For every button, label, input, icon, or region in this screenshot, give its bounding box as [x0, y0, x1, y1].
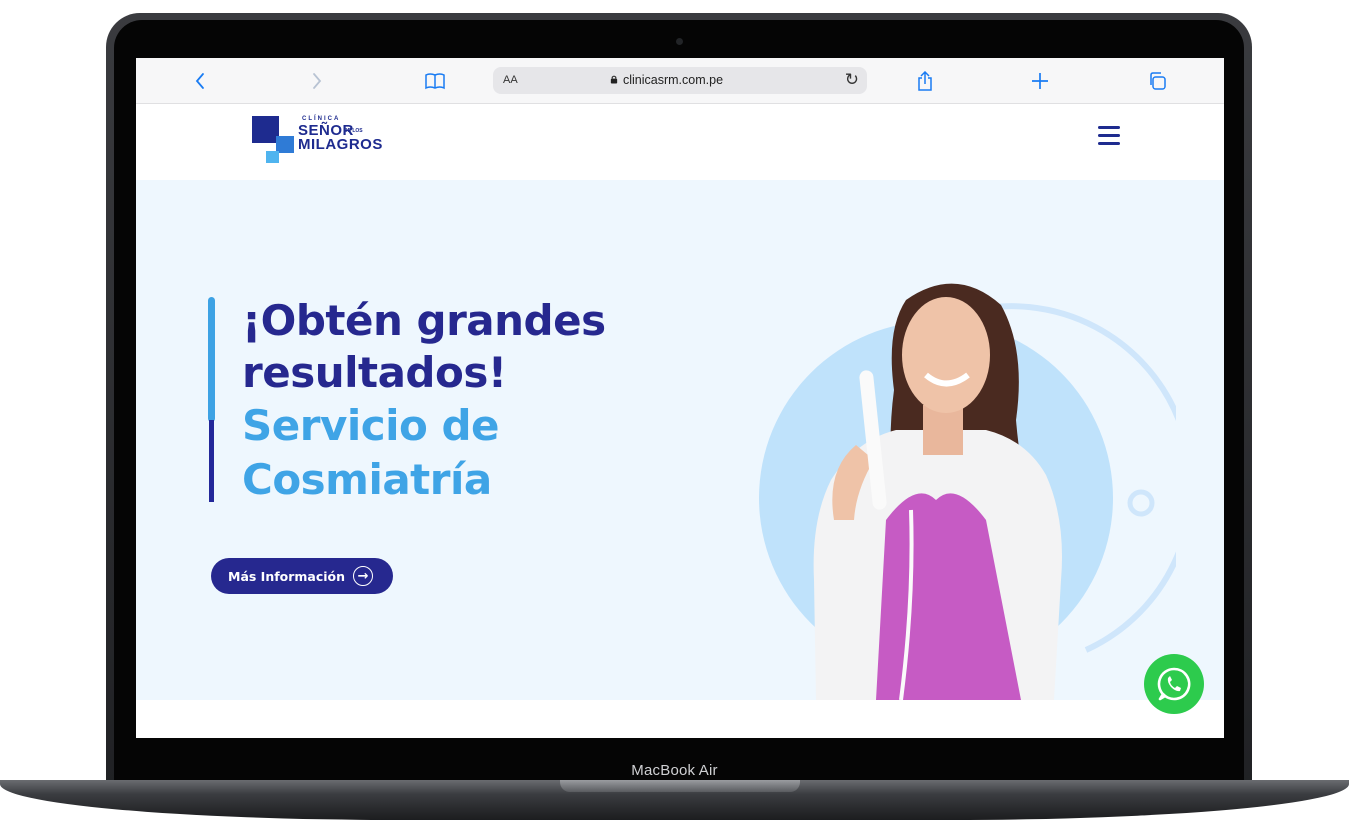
- more-info-button[interactable]: Más Información →: [211, 558, 393, 594]
- whatsapp-icon: [1157, 667, 1191, 701]
- reload-icon[interactable]: ↻: [845, 70, 859, 90]
- more-info-label: Más Información: [228, 568, 346, 584]
- back-icon[interactable]: [194, 70, 206, 92]
- hero-accent-bar: [208, 297, 215, 422]
- arrow-right-circle-icon: →: [353, 566, 374, 586]
- browser-toolbar: AA clinicasrm.com.pe ↻: [136, 58, 1224, 104]
- hamburger-icon[interactable]: [1098, 126, 1120, 145]
- browser-screen: AA clinicasrm.com.pe ↻ CLÍNICA SEÑOR DE …: [136, 58, 1224, 738]
- logo-line-delos: DE LOS: [344, 128, 363, 134]
- reader-aa-button[interactable]: AA: [503, 74, 518, 86]
- tabs-icon[interactable]: [1147, 70, 1167, 92]
- camera-dot: [676, 38, 683, 45]
- hero-title: ¡Obtén grandes resultados!: [242, 296, 606, 397]
- logo-line-milagros: MILAGROS: [298, 136, 383, 153]
- clinic-logo[interactable]: CLÍNICA SEÑOR DE LOS MILAGROS: [252, 116, 412, 166]
- share-icon[interactable]: [917, 70, 933, 92]
- site-header: CLÍNICA SEÑOR DE LOS MILAGROS: [136, 104, 1224, 180]
- bookmarks-icon[interactable]: [424, 70, 446, 92]
- url-bar[interactable]: AA clinicasrm.com.pe ↻: [493, 67, 867, 94]
- forward-icon[interactable]: [311, 70, 323, 92]
- url-text: clinicasrm.com.pe: [623, 73, 724, 87]
- hero-accent-bar-dark: [209, 420, 214, 502]
- lock-icon: [610, 75, 618, 84]
- new-tab-icon[interactable]: [1031, 70, 1049, 92]
- logo-mark-icon: [252, 116, 294, 163]
- hero-woman-image: [759, 283, 1176, 700]
- whatsapp-button[interactable]: [1144, 654, 1204, 714]
- device-label: MacBook Air: [631, 762, 718, 779]
- page-below-fold: [136, 700, 1224, 738]
- hero-section: ¡Obtén grandes resultados! Servicio de C…: [136, 180, 1224, 700]
- hero-subtitle: Servicio de Cosmiatría: [242, 401, 500, 504]
- laptop-notch: [560, 780, 800, 792]
